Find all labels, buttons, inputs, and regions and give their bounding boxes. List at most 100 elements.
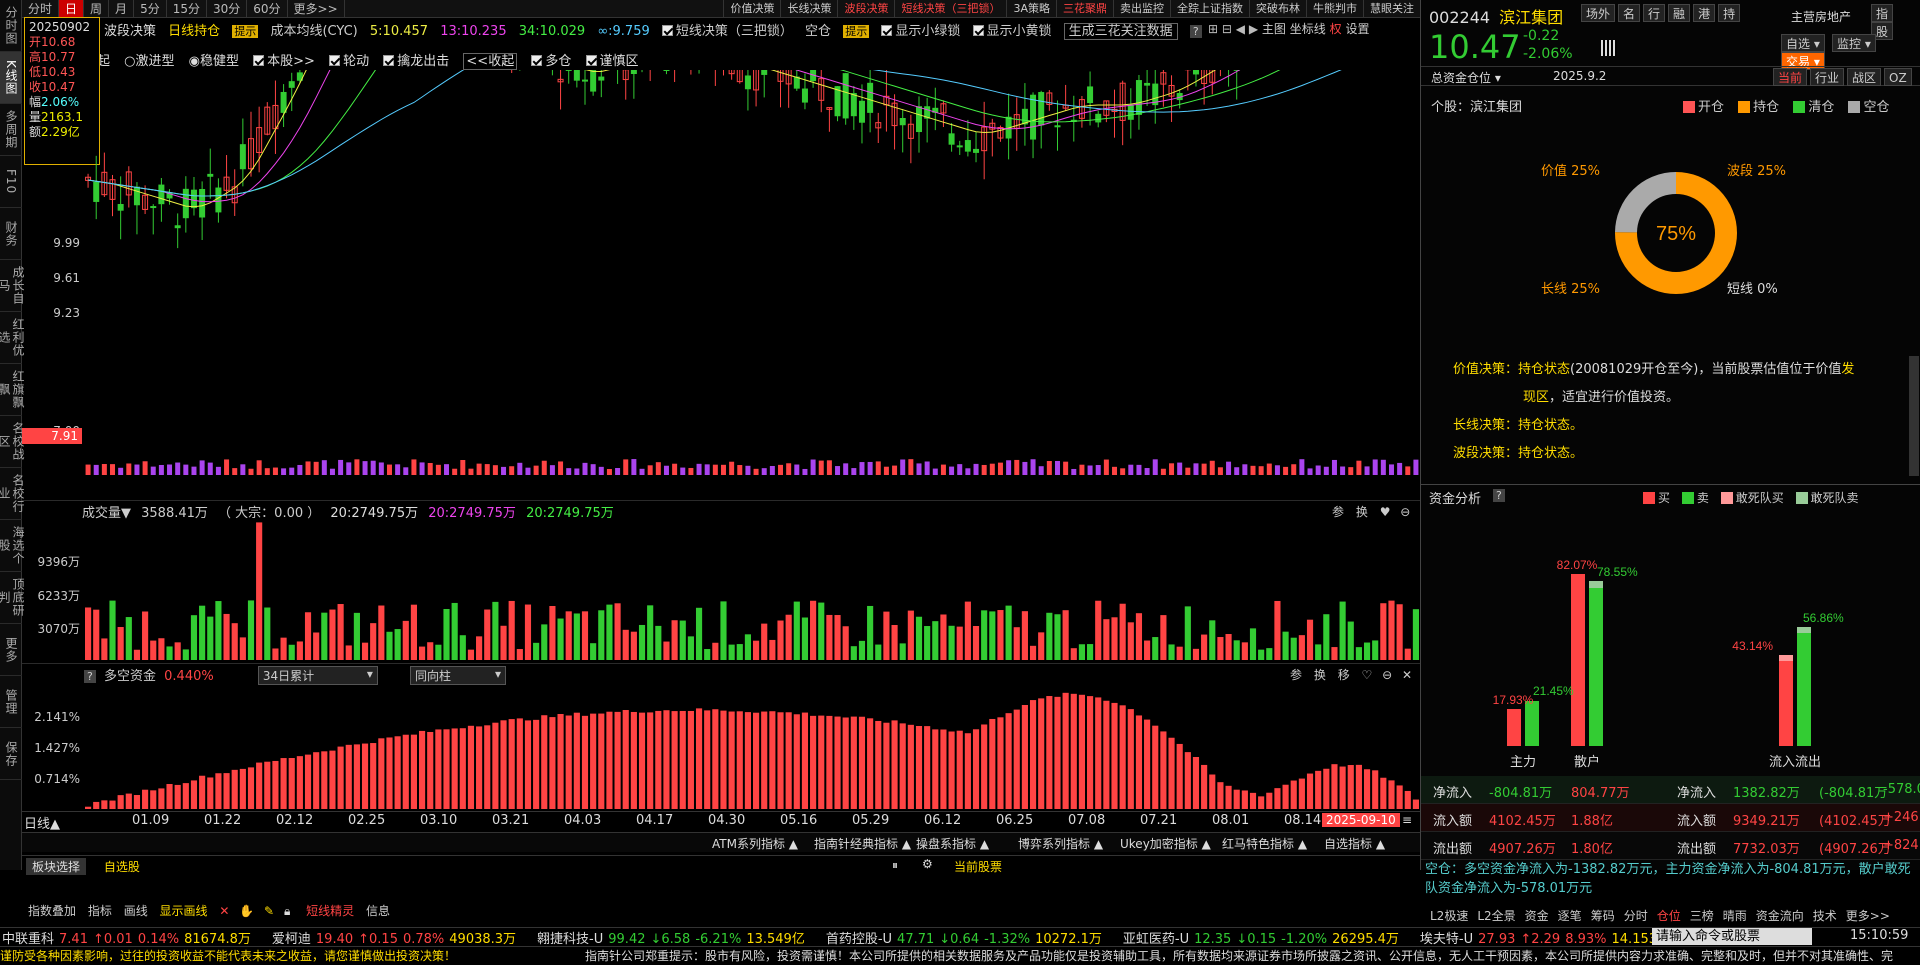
delete-icon[interactable]: ✕	[219, 904, 229, 918]
status-tab[interactable]: 仓位	[1657, 909, 1681, 923]
draw-line-button[interactable]: 画线	[124, 904, 148, 918]
left-arrow-icon[interactable]: ◀	[1236, 22, 1245, 36]
indicator-menu[interactable]: 博弈系列指标 ▲	[1018, 835, 1103, 852]
strategy-tab[interactable]: 卖出监控	[1113, 0, 1170, 18]
position-tab[interactable]: 战区	[1847, 68, 1882, 86]
status-tab[interactable]: 技术	[1813, 909, 1837, 923]
caution-zone-toggle[interactable]: 谨慎区	[585, 54, 639, 69]
period-tab[interactable]: 60分	[247, 0, 288, 18]
volume-chart[interactable]	[84, 520, 1420, 662]
left-nav-item[interactable]: 更多	[0, 624, 22, 676]
gear-icon[interactable]: ⚙	[922, 857, 933, 871]
qr-icon[interactable]	[1601, 40, 1617, 56]
left-nav-item[interactable]: 顶底研判	[0, 572, 25, 624]
period-tab[interactable]: 15分	[167, 0, 207, 18]
status-tab[interactable]: 筹码	[1591, 909, 1615, 923]
position-title[interactable]: 总资金仓位 ▾	[1431, 69, 1501, 86]
tab-watchlist[interactable]: 自选股	[98, 858, 146, 875]
index-button[interactable]: 指	[1871, 4, 1894, 22]
left-nav-item[interactable]: 名校行业	[0, 468, 25, 520]
status-tab[interactable]: L2极速	[1430, 909, 1468, 923]
indicator-menu[interactable]: 红马特色指标 ▲	[1222, 835, 1307, 852]
index-overlay-button[interactable]: 指数叠加	[28, 904, 76, 918]
left-nav-item[interactable]: 财务	[0, 208, 22, 260]
aggressive-radio[interactable]: ○激进型	[124, 54, 174, 69]
position-tab[interactable]: OZ	[1884, 68, 1912, 86]
help-button[interactable]: ?	[84, 670, 96, 683]
status-tab[interactable]: 晴雨	[1723, 909, 1747, 923]
stock-tag[interactable]: 港	[1693, 4, 1716, 22]
strategy-tab[interactable]: 价值决策	[723, 0, 780, 18]
switch-button[interactable]: 换	[1314, 668, 1326, 682]
main-chart-button[interactable]: 主图	[1262, 22, 1286, 36]
zoom-icon[interactable]: ⊖	[1400, 505, 1410, 519]
period-tab[interactable]: 月	[109, 0, 135, 18]
duokong-chart[interactable]	[84, 685, 1420, 811]
strategy-tab[interactable]: 三花聚鼎	[1056, 0, 1113, 18]
ticker-item[interactable]: 首药控股-U 47.71 ↓0.64 -1.32% 10272.1万	[826, 932, 1107, 946]
ticker-item[interactable]: 亚虹医药-U 12.35 ↓0.15 -1.20% 26295.4万	[1123, 932, 1404, 946]
add-watchlist-button[interactable]: 自选 ▾	[1781, 34, 1825, 52]
position-tab[interactable]: 行业	[1810, 68, 1845, 86]
show-yellow-lock-toggle[interactable]: 显示小黄锁	[972, 24, 1052, 39]
right-arrow-icon[interactable]: ▶	[1249, 22, 1258, 36]
bar-type-select[interactable]: 同向柱 ▾	[410, 666, 506, 685]
strategy-tab[interactable]: 突破布林	[1249, 0, 1306, 18]
status-tab[interactable]: 更多>>	[1846, 909, 1890, 923]
left-nav-item[interactable]: 多周期	[0, 104, 22, 156]
zoom-icon[interactable]: ⊖	[1382, 668, 1392, 682]
indicator-menu[interactable]: 自选指标 ▲	[1324, 835, 1385, 852]
multi-position-toggle[interactable]: 多仓	[531, 54, 571, 69]
info-button[interactable]: 信息	[366, 904, 390, 918]
show-green-lock-toggle[interactable]: 显示小绿锁	[881, 24, 960, 39]
indicator-menu[interactable]: ATM系列指标 ▲	[712, 835, 798, 852]
stock-tag[interactable]: 行	[1643, 4, 1666, 22]
period-tab[interactable]: 周	[84, 0, 110, 18]
move-button[interactable]: 移	[1338, 668, 1350, 682]
strategy-tab[interactable]: 慧眼关注	[1363, 0, 1420, 18]
position-tab[interactable]: 当前	[1773, 68, 1808, 86]
stock-tag[interactable]: 场外	[1581, 4, 1616, 22]
hand-icon[interactable]: ✋	[239, 904, 254, 918]
param-button[interactable]: 参	[1332, 505, 1344, 519]
indicator-menu[interactable]: 操盘系指标 ▲	[916, 835, 989, 852]
period-tab[interactable]: 5分	[134, 0, 167, 18]
left-nav-item[interactable]: 管理	[0, 676, 22, 728]
kline-chart[interactable]	[84, 70, 1420, 500]
lock-icon[interactable]: 🔒︎	[284, 904, 290, 918]
status-tab[interactable]: 分时	[1624, 909, 1648, 923]
heart-icon[interactable]: ♥	[1380, 505, 1391, 519]
tab-sector-select[interactable]: 板块选择	[26, 858, 87, 875]
collapse-button-2[interactable]: <<收起	[463, 53, 518, 70]
help-button[interactable]: ?	[1189, 25, 1202, 38]
scrollbar[interactable]	[1909, 356, 1919, 476]
pause-icon[interactable]: ⏸	[892, 858, 898, 873]
left-nav-item[interactable]: K线图	[0, 52, 22, 104]
coord-button[interactable]: 坐标线	[1290, 22, 1326, 36]
left-nav-item[interactable]: 名校战区	[0, 416, 25, 468]
left-nav-item[interactable]: 保存	[0, 728, 22, 780]
strategy-tab[interactable]: 全踪上证指数	[1170, 0, 1249, 18]
plus-icon[interactable]: ⊞	[1208, 22, 1218, 36]
catch-dragon-toggle[interactable]: 擒龙出击	[383, 54, 449, 69]
stock-tag[interactable]: 持	[1718, 4, 1741, 22]
period-tab[interactable]: 更多>>	[288, 0, 345, 18]
rotate-toggle[interactable]: 轮动	[329, 54, 369, 69]
minus-icon[interactable]: ⊟	[1222, 22, 1232, 36]
period-tab[interactable]: 30分	[207, 0, 248, 18]
short-decision-toggle[interactable]: 短线决策（三把锁）	[661, 24, 793, 39]
strategy-tab[interactable]: 长线决策	[780, 0, 837, 18]
brush-icon[interactable]: ✎	[264, 904, 274, 918]
close-icon[interactable]: ✕	[1402, 668, 1412, 682]
switch-button[interactable]: 换	[1356, 505, 1368, 519]
generate-button[interactable]: 生成三花关注数据	[1063, 23, 1178, 40]
indicator-button[interactable]: 指标	[88, 904, 112, 918]
heart-icon[interactable]: ♡	[1362, 668, 1373, 682]
this-stock-toggle[interactable]: 本股>>	[253, 54, 315, 69]
strategy-tab[interactable]: 波段决策	[837, 0, 894, 18]
left-nav-item[interactable]: 红旗飘飘	[0, 364, 25, 416]
left-nav-item[interactable]: 成长自马	[0, 260, 25, 312]
indicator-menu[interactable]: 指南针经典指标 ▲	[814, 835, 911, 852]
settings-button[interactable]: 设置	[1345, 22, 1369, 36]
param-button[interactable]: 参	[1290, 668, 1302, 682]
